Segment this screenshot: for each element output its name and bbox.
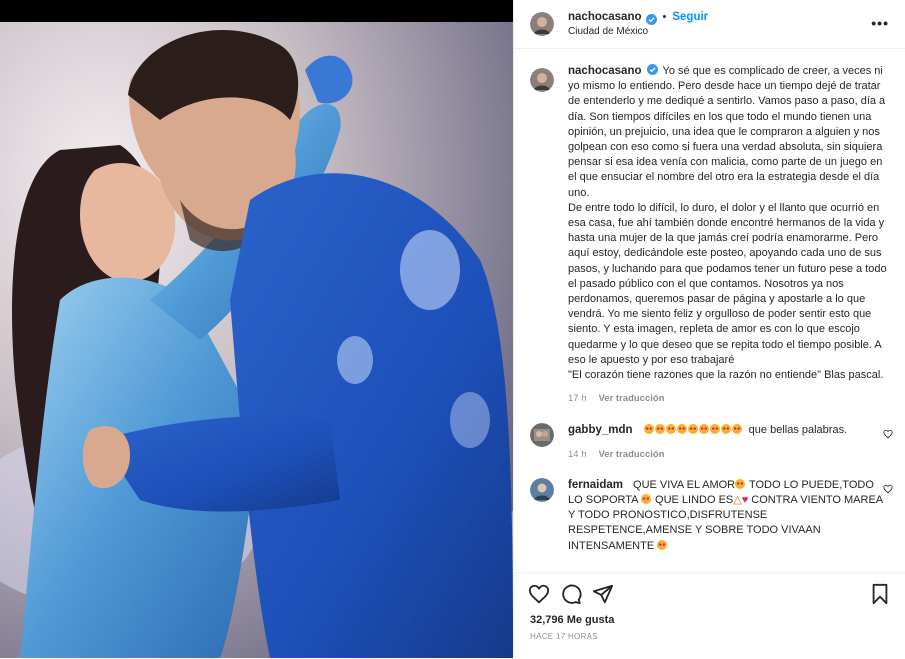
heart-eyes-emoji-icon — [640, 494, 651, 505]
avatar-image — [530, 12, 554, 36]
separator-dot: • — [662, 11, 667, 23]
heart-eyes-emoji-icon — [687, 424, 698, 435]
share-icon[interactable] — [592, 583, 614, 605]
post-details-panel: nachocasano • Seguir Ciudad de México ••… — [513, 0, 905, 658]
caption-author-avatar[interactable] — [530, 68, 554, 92]
heart-eyes-emoji-icon — [731, 424, 742, 435]
comments-scroll-area[interactable]: nachocasano Yo sé que es complicado de cr… — [514, 49, 905, 572]
caption-text: Yo sé que es complicado de creer, a vece… — [568, 65, 886, 199]
fire-emoji-icon: △ — [733, 494, 742, 507]
comment-item: fernaidam QUE VIVA EL AMOR TODO LO PUEDE… — [514, 477, 905, 554]
comment-username[interactable]: gabby_mdn — [568, 424, 633, 436]
caption-paragraph-3: "El corazón tiene razones que la razón n… — [568, 369, 884, 382]
heart-eyes-emoji-icon — [657, 539, 668, 550]
comment-icon[interactable] — [560, 583, 582, 605]
like-comment-heart-icon[interactable] — [883, 484, 893, 494]
heart-eyes-emoji-icon — [643, 424, 654, 435]
verified-badge-icon — [646, 64, 658, 75]
comment-username[interactable]: fernaidam — [568, 479, 623, 491]
commenter-avatar[interactable] — [530, 423, 554, 448]
heart-eyes-emoji-icon — [654, 424, 665, 435]
comment-meta: 14 h Ver traducción — [568, 447, 891, 462]
caption-time[interactable]: 17 h — [568, 391, 587, 406]
instagram-post-modal: nachocasano • Seguir Ciudad de México ••… — [0, 0, 905, 658]
heart-eyes-emoji-icon — [720, 424, 731, 435]
avatar-image — [530, 423, 554, 448]
heart-eyes-emoji-group — [643, 424, 746, 436]
post-header: nachocasano • Seguir Ciudad de México ••… — [514, 0, 905, 49]
caption-username[interactable]: nachocasano — [568, 65, 642, 77]
heart-icon[interactable] — [528, 583, 550, 605]
heart-eyes-emoji-icon — [698, 424, 709, 435]
action-icon-row — [514, 573, 905, 605]
bookmark-icon[interactable] — [869, 583, 891, 605]
commenter-avatar[interactable] — [530, 477, 554, 502]
post-photo[interactable] — [0, 0, 513, 658]
see-translation-link[interactable]: Ver traducción — [599, 391, 665, 406]
heart-eyes-emoji-icon — [709, 424, 720, 435]
heart-eyes-emoji-icon — [676, 424, 687, 435]
author-username[interactable]: nachocasano — [568, 11, 642, 23]
caption-paragraph-2: De entre todo lo difícil, lo duro, el do… — [568, 201, 887, 366]
heart-eyes-emoji-icon — [665, 424, 676, 435]
avatar-image — [530, 477, 554, 502]
caption-meta: 17 h Ver traducción — [568, 391, 891, 406]
comment-item: gabby_mdn que bellas palabras. 14 h Ver … — [514, 423, 905, 461]
comment-text: que bellas palabras. — [748, 424, 848, 437]
comment-text-row: gabby_mdn que bellas palabras. — [568, 423, 891, 438]
likes-count[interactable]: 32,796 Me gusta — [514, 605, 905, 626]
post-actions: 32,796 Me gusta HACE 17 HORAS — [514, 572, 905, 659]
more-options-icon[interactable]: ••• — [871, 15, 889, 31]
caption: nachocasano Yo sé que es complicado de cr… — [514, 49, 905, 406]
verified-badge-icon — [645, 12, 657, 25]
post-location[interactable]: Ciudad de México — [568, 26, 708, 37]
comment-text-part: QUE LINDO ES — [651, 494, 734, 507]
like-comment-heart-icon[interactable] — [883, 429, 893, 439]
avatar-image — [530, 68, 554, 92]
follow-button[interactable]: Seguir — [672, 11, 708, 23]
comment-time[interactable]: 14 h — [568, 447, 587, 462]
heart-eyes-emoji-icon — [735, 478, 746, 489]
author-avatar[interactable] — [530, 12, 554, 36]
comment-text-part: QUE VIVA EL AMOR — [633, 478, 736, 491]
see-translation-link[interactable]: Ver traducción — [599, 447, 665, 462]
comment-text-block: fernaidam QUE VIVA EL AMOR TODO LO PUEDE… — [568, 478, 891, 554]
caption-paragraph-1: nachocasano Yo sé que es complicado de cr… — [568, 64, 891, 201]
couple-embrace-image — [0, 0, 513, 658]
post-age[interactable]: HACE 17 HORAS — [514, 626, 905, 641]
